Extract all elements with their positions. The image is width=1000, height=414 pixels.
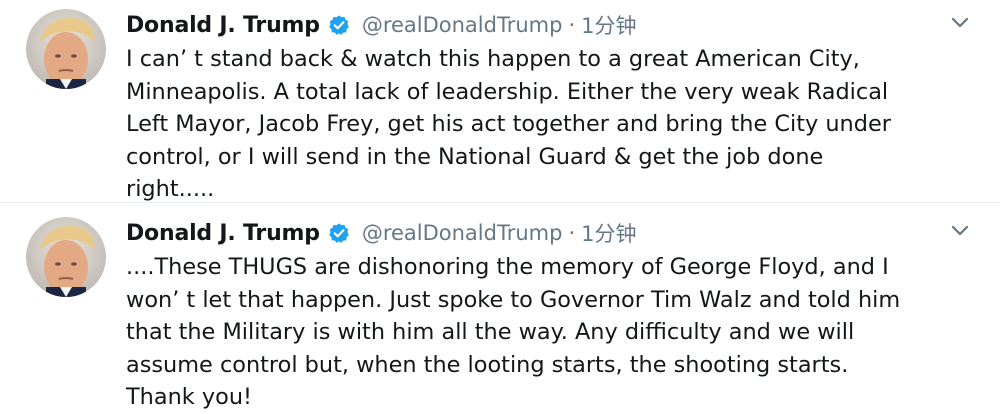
tweet-text-line: I can’ t stand back & watch this happen … [126, 46, 860, 72]
tweet[interactable]: Donald J. Trump @realDonaldTrump · 1分钟 .… [0, 203, 1000, 410]
author-name[interactable]: Donald J. Trump [126, 13, 320, 38]
tweet-text-line: that the Military is with him all the wa… [126, 319, 855, 345]
tweet-text-line: Minneapolis. A total lack of leadership.… [126, 78, 889, 105]
tweet-text-line: control, or I will send in the National … [126, 143, 824, 170]
verified-badge-icon [329, 15, 349, 35]
timestamp[interactable]: 1分钟 [581, 10, 636, 40]
separator-dot: · [568, 221, 576, 245]
tweet-text: I can’ t stand back & watch this happen … [126, 43, 986, 206]
avatar-image [26, 217, 106, 297]
author-handle[interactable]: @realDonaldTrump [362, 13, 563, 37]
chevron-down-icon[interactable] [950, 16, 970, 30]
avatar[interactable] [26, 217, 106, 297]
timestamp[interactable]: 1分钟 [581, 218, 636, 248]
avatar-image [26, 9, 106, 89]
tweet-header: Donald J. Trump @realDonaldTrump · 1分钟 [126, 216, 637, 250]
tweet-header: Donald J. Trump @realDonaldTrump · 1分钟 [126, 8, 637, 42]
avatar[interactable] [26, 9, 106, 89]
tweet-text-line: ....These THUGS are dishonoring the memo… [126, 254, 889, 280]
tweet-text-line: won’ t let that happen. Just spoke to Go… [126, 286, 901, 313]
tweet-timeline: Donald J. Trump @realDonaldTrump · 1分钟 I… [0, 0, 1000, 410]
verified-badge-icon [329, 223, 349, 243]
tweet-text-line: Thank you! [126, 384, 252, 410]
tweet-text-line: assume control but, when the looting sta… [126, 351, 849, 378]
separator-dot: · [568, 13, 576, 37]
author-name[interactable]: Donald J. Trump [126, 221, 320, 246]
tweet-text-line: Left Mayor, Jacob Frey, get his act toge… [126, 111, 891, 137]
tweet-text-line: right..... [126, 176, 215, 202]
tweet-text: ....These THUGS are dishonoring the memo… [126, 251, 986, 414]
author-handle[interactable]: @realDonaldTrump [362, 221, 563, 245]
chevron-down-icon[interactable] [950, 224, 970, 238]
tweet[interactable]: Donald J. Trump @realDonaldTrump · 1分钟 I… [0, 0, 1000, 203]
